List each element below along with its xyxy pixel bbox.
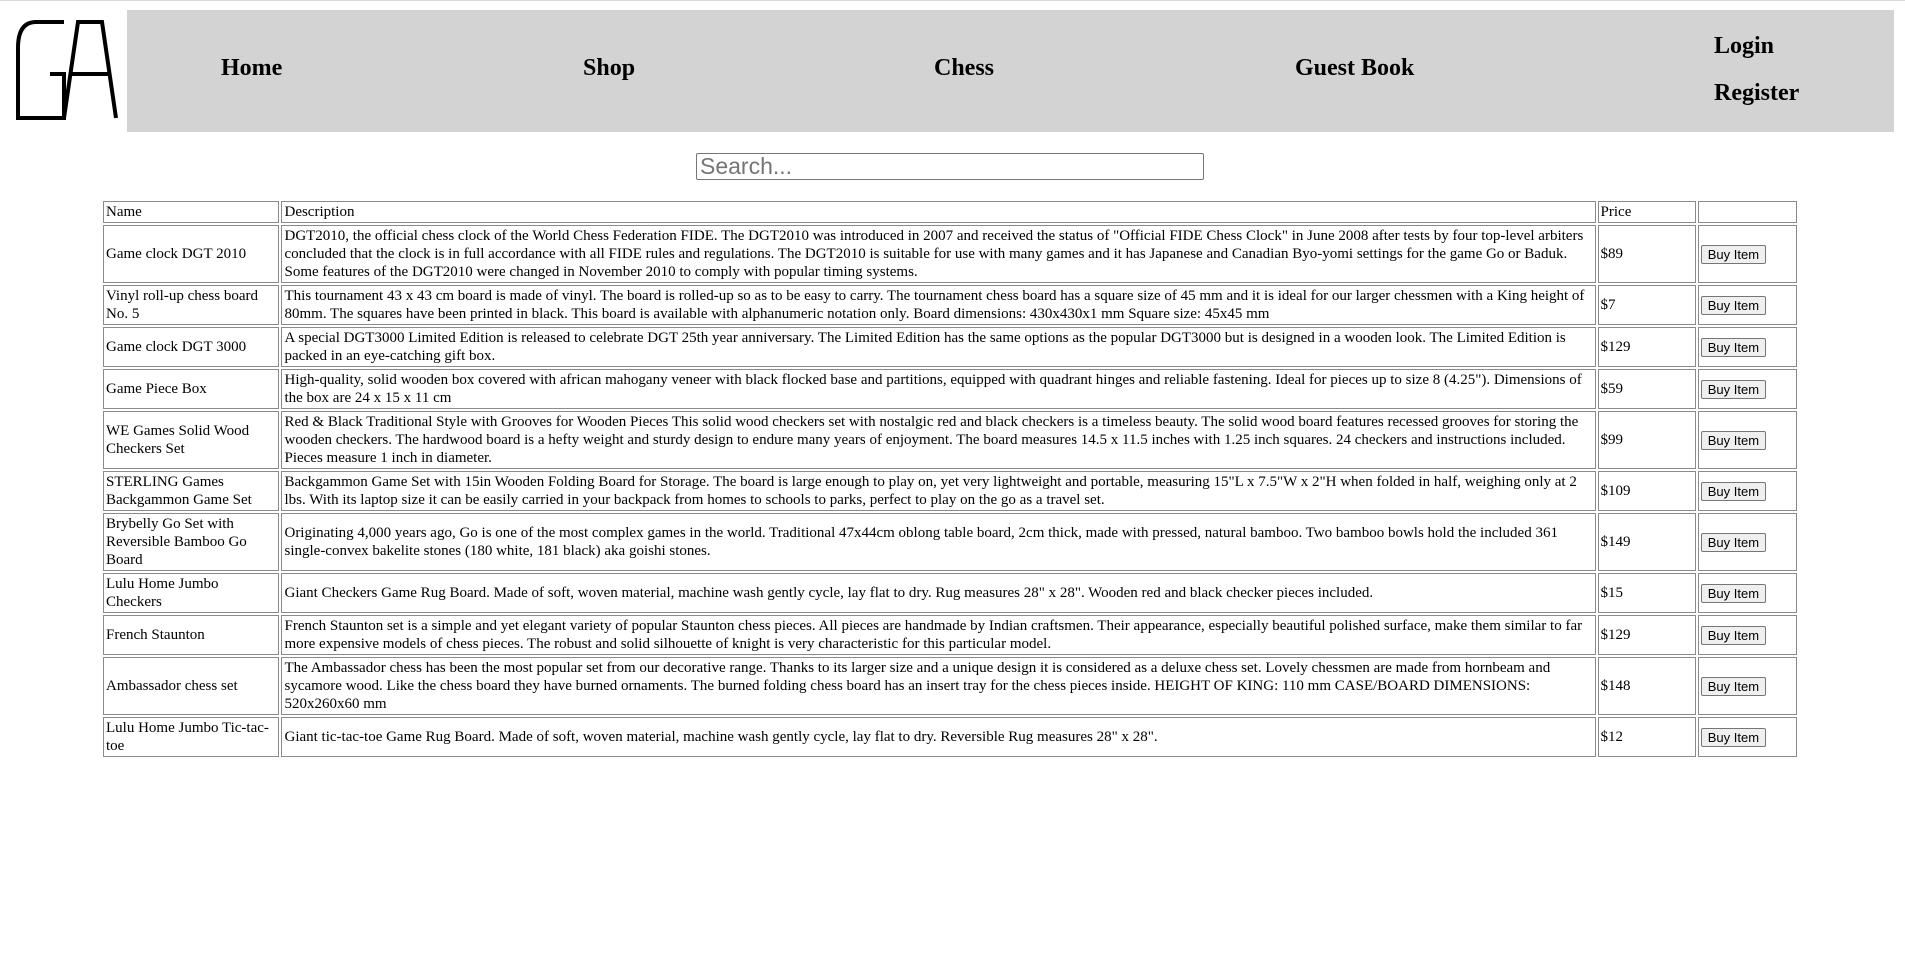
buy-item-button[interactable]: Buy Item (1700, 727, 1767, 747)
product-description: French Staunton set is a simple and yet … (281, 615, 1596, 655)
product-name: Lulu Home Jumbo Tic-tac-toe (103, 717, 280, 757)
buy-item-button[interactable]: Buy Item (1700, 379, 1767, 399)
product-name: Lulu Home Jumbo Checkers (103, 573, 280, 613)
table-row: Game clock DGT 3000 A special DGT3000 Li… (103, 327, 1797, 367)
product-price: $59 (1597, 369, 1696, 409)
table-row: STERLING Games Backgammon Game Set Backg… (103, 471, 1797, 511)
buy-item-button[interactable]: Buy Item (1700, 583, 1767, 603)
buy-item-button[interactable]: Buy Item (1700, 295, 1767, 315)
product-name: Vinyl roll-up chess board No. 5 (103, 285, 280, 325)
table-row: WE Games Solid Wood Checkers Set Red & B… (103, 411, 1797, 469)
product-name: WE Games Solid Wood Checkers Set (103, 411, 280, 469)
product-action: Buy Item (1697, 657, 1797, 715)
top-border (0, 0, 1905, 8)
product-name: Brybelly Go Set with Reversible Bamboo G… (103, 513, 280, 571)
product-name: STERLING Games Backgammon Game Set (103, 471, 280, 511)
product-description: Red & Black Traditional Style with Groov… (281, 411, 1596, 469)
product-action: Buy Item (1697, 369, 1797, 409)
header-description: Description (281, 201, 1596, 223)
product-description: Originating 4,000 years ago, Go is one o… (281, 513, 1596, 571)
product-description: This tournament 43 x 43 cm board is made… (281, 285, 1596, 325)
product-action: Buy Item (1697, 225, 1797, 283)
nav-chess[interactable]: Chess (934, 55, 994, 82)
buy-item-button[interactable]: Buy Item (1700, 430, 1767, 450)
buy-item-button[interactable]: Buy Item (1700, 625, 1767, 645)
product-action: Buy Item (1697, 471, 1797, 511)
product-action: Buy Item (1697, 615, 1797, 655)
nav-register[interactable]: Register (1714, 80, 1799, 107)
product-action: Buy Item (1697, 717, 1797, 757)
ga-logo[interactable]: GA (14, 18, 118, 122)
table-row: Lulu Home Jumbo Tic-tac-toe Giant tic-ta… (103, 717, 1797, 757)
buy-item-button[interactable]: Buy Item (1700, 532, 1767, 552)
product-description: Giant Checkers Game Rug Board. Made of s… (281, 573, 1596, 613)
buy-item-button[interactable]: Buy Item (1700, 337, 1767, 357)
buy-item-button[interactable]: Buy Item (1700, 676, 1767, 696)
product-price: $109 (1597, 471, 1696, 511)
search-input[interactable] (696, 153, 1204, 180)
product-price: $129 (1597, 327, 1696, 367)
nav-home[interactable]: Home (221, 55, 282, 82)
table-row: Ambassador chess set The Ambassador ches… (103, 657, 1797, 715)
header-action-empty (1697, 201, 1797, 223)
nav-login[interactable]: Login (1714, 33, 1774, 60)
products-table: Name Description Price Game clock DGT 20… (101, 199, 1799, 759)
product-name: Game Piece Box (103, 369, 280, 409)
product-action: Buy Item (1697, 573, 1797, 613)
table-header-row: Name Description Price (103, 201, 1797, 223)
product-name: Game clock DGT 3000 (103, 327, 280, 367)
product-price: $99 (1597, 411, 1696, 469)
product-description: DGT2010, the official chess clock of the… (281, 225, 1596, 283)
product-action: Buy Item (1697, 327, 1797, 367)
nav-shop[interactable]: Shop (583, 55, 635, 82)
product-price: $149 (1597, 513, 1696, 571)
product-price: $89 (1597, 225, 1696, 283)
product-description: Backgammon Game Set with 15in Wooden Fol… (281, 471, 1596, 511)
product-price: $148 (1597, 657, 1696, 715)
table-row: French Staunton French Staunton set is a… (103, 615, 1797, 655)
product-description: Giant tic-tac-toe Game Rug Board. Made o… (281, 717, 1596, 757)
product-price: $12 (1597, 717, 1696, 757)
main-navbar: Home Shop Chess Guest Book Login Registe… (127, 10, 1894, 132)
product-action: Buy Item (1697, 513, 1797, 571)
product-description: High-quality, solid wooden box covered w… (281, 369, 1596, 409)
product-price: $15 (1597, 573, 1696, 613)
header-price: Price (1597, 201, 1696, 223)
product-name: Game clock DGT 2010 (103, 225, 280, 283)
product-price: $7 (1597, 285, 1696, 325)
product-action: Buy Item (1697, 411, 1797, 469)
nav-guest-book[interactable]: Guest Book (1295, 55, 1414, 82)
table-row: Game Piece Box High-quality, solid woode… (103, 369, 1797, 409)
product-price: $129 (1597, 615, 1696, 655)
product-name: French Staunton (103, 615, 280, 655)
buy-item-button[interactable]: Buy Item (1700, 481, 1767, 501)
product-action: Buy Item (1697, 285, 1797, 325)
table-row: Brybelly Go Set with Reversible Bamboo G… (103, 513, 1797, 571)
product-description: A special DGT3000 Limited Edition is rel… (281, 327, 1596, 367)
table-row: Vinyl roll-up chess board No. 5 This tou… (103, 285, 1797, 325)
table-row: Lulu Home Jumbo Checkers Giant Checkers … (103, 573, 1797, 613)
product-name: Ambassador chess set (103, 657, 280, 715)
table-row: Game clock DGT 2010 DGT2010, the officia… (103, 225, 1797, 283)
buy-item-button[interactable]: Buy Item (1700, 244, 1767, 264)
product-description: The Ambassador chess has been the most p… (281, 657, 1596, 715)
header-name: Name (103, 201, 280, 223)
